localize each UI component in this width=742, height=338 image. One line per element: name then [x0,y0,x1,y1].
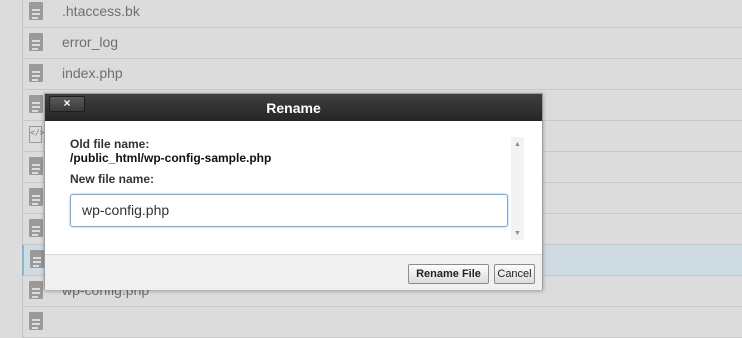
document-icon [29,95,43,113]
new-file-name-label: New file name: [70,172,155,186]
file-name: .htaccess.bk [62,3,140,19]
file-row[interactable]: index.php [22,59,742,90]
code-file-icon: </> [29,126,44,143]
dialog-titlebar[interactable]: × Rename [45,94,542,121]
file-name: index.php [62,65,123,81]
document-icon [29,33,43,51]
dialog-scrollbar[interactable]: ▲ ▼ [511,137,524,240]
old-file-name-value: /public_html/wp-config-sample.php [70,151,272,165]
new-file-name-value: wp-config.php [82,202,170,218]
dialog-footer: Rename File Cancel [45,254,542,290]
new-file-name-input[interactable]: wp-config.php [70,194,508,227]
file-row[interactable]: error_log [22,28,742,59]
dialog-body: Old file name: /public_html/wp-config-sa… [45,121,542,254]
scroll-up-arrow-icon[interactable]: ▲ [511,140,524,150]
document-icon [30,250,44,268]
old-file-name-label: Old file name: [70,137,150,151]
document-icon [29,188,43,206]
document-icon [29,157,43,175]
document-icon [29,219,43,237]
rename-file-button[interactable]: Rename File [408,264,489,284]
file-row[interactable] [22,307,742,338]
rename-dialog: × Rename Old file name: /public_html/wp-… [44,93,543,290]
document-icon [29,2,43,20]
file-row[interactable]: .htaccess.bk [22,0,742,28]
scroll-down-arrow-icon[interactable]: ▼ [511,229,524,239]
document-icon [29,281,43,299]
dialog-title: Rename [266,100,321,116]
document-icon [29,312,43,330]
cancel-button[interactable]: Cancel [494,264,535,284]
document-icon [29,64,43,82]
file-name: error_log [62,34,119,50]
